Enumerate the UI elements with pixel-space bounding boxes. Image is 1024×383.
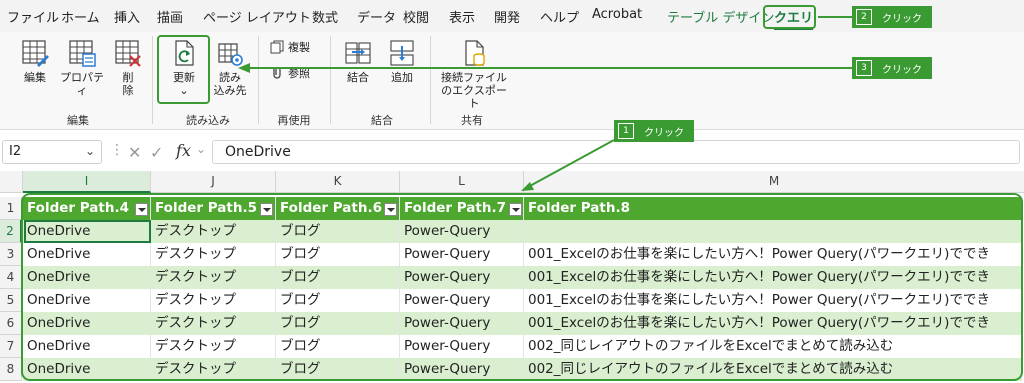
tab-developer[interactable]: 開発 bbox=[494, 7, 520, 26]
column-header-k[interactable]: K bbox=[276, 171, 400, 193]
reference-button[interactable]: 参照 bbox=[270, 65, 310, 81]
row-header-3[interactable]: 3 bbox=[0, 243, 22, 266]
column-header-j[interactable]: J bbox=[151, 171, 276, 193]
formula-input[interactable]: OneDrive bbox=[212, 140, 1020, 164]
tab-acrobat[interactable]: Acrobat bbox=[592, 7, 642, 22]
append-button[interactable]: 追加 bbox=[382, 38, 422, 84]
group-separator bbox=[330, 36, 331, 124]
append-icon bbox=[390, 40, 414, 66]
highlight-refresh-button bbox=[157, 35, 210, 104]
chevron-down-icon[interactable]: ⌄ bbox=[85, 144, 95, 158]
tab-table-design[interactable]: テーブル デザイン bbox=[667, 7, 774, 26]
tab-insert[interactable]: 挿入 bbox=[114, 7, 140, 26]
row-header-4[interactable]: 4 bbox=[0, 266, 22, 289]
reference-icon bbox=[273, 67, 281, 79]
row-header-7[interactable]: 7 bbox=[0, 335, 22, 358]
row-header-8[interactable]: 8 bbox=[0, 358, 22, 381]
column-header-i[interactable]: I bbox=[23, 171, 151, 193]
tab-review[interactable]: 校閲 bbox=[403, 7, 429, 26]
row-header-1[interactable]: 1 bbox=[0, 197, 22, 220]
tab-draw[interactable]: 描画 bbox=[157, 7, 183, 26]
group-separator bbox=[152, 36, 153, 124]
highlight-query-tab bbox=[763, 5, 816, 29]
group-label-share: 共有 bbox=[461, 114, 483, 127]
tab-file[interactable]: ファイル bbox=[7, 7, 59, 26]
properties-icon bbox=[69, 40, 96, 67]
callout-step-1: 1 クリック bbox=[614, 120, 694, 142]
merge-icon bbox=[345, 42, 371, 64]
row-header-2[interactable]: 2 bbox=[0, 220, 22, 243]
group-separator bbox=[258, 36, 259, 124]
properties-button[interactable]: プロパティ bbox=[56, 38, 108, 97]
callout-step-2: 2 クリック bbox=[852, 6, 932, 28]
delete-query-icon bbox=[115, 40, 141, 67]
tab-formulas[interactable]: 数式 bbox=[312, 7, 338, 26]
tab-help[interactable]: ヘルプ bbox=[540, 7, 579, 26]
load-to-icon bbox=[218, 43, 243, 66]
highlight-table bbox=[21, 193, 1023, 381]
select-all-corner[interactable] bbox=[0, 171, 23, 193]
column-header-row: I J K L M bbox=[0, 171, 1024, 193]
group-separator bbox=[430, 36, 431, 124]
tab-data[interactable]: データ bbox=[357, 7, 396, 26]
group-label-combine: 結合 bbox=[371, 114, 393, 127]
chevron-down-icon[interactable]: ⌄ bbox=[196, 142, 206, 156]
more-options-icon[interactable]: ⋮ bbox=[110, 142, 124, 158]
insert-function-icon[interactable]: fx bbox=[176, 141, 191, 160]
row-header-6[interactable]: 6 bbox=[0, 312, 22, 335]
edit-button[interactable]: 編集 bbox=[16, 38, 54, 84]
column-header-l[interactable]: L bbox=[400, 171, 524, 193]
ribbon: 編集 プロパティ 削 除 更新 ⌄ 読み 込み先 複製 参照 結合 追加 接続フ… bbox=[0, 32, 1024, 130]
column-header-m[interactable]: M bbox=[524, 171, 1024, 193]
name-box[interactable]: I2 ⌄ bbox=[2, 140, 102, 164]
merge-button[interactable]: 結合 bbox=[338, 38, 378, 84]
export-connection-file-icon bbox=[465, 40, 485, 66]
group-label-edit: 編集 bbox=[67, 114, 89, 127]
callout-step-3: 3 クリック bbox=[852, 57, 932, 79]
cancel-icon[interactable]: ✕ bbox=[128, 143, 141, 162]
delete-button[interactable]: 削 除 bbox=[110, 38, 146, 97]
row-header-5[interactable]: 5 bbox=[0, 289, 22, 312]
load-to-button[interactable]: 読み 込み先 bbox=[210, 38, 250, 97]
enter-check-icon[interactable]: ✓ bbox=[150, 143, 163, 162]
tab-home[interactable]: ホーム bbox=[61, 7, 100, 26]
group-label-load: 読み込み bbox=[186, 114, 230, 127]
tab-page-layout[interactable]: ページ レイアウト bbox=[203, 7, 311, 26]
duplicate-button[interactable]: 複製 bbox=[270, 39, 310, 55]
group-label-reuse: 再使用 bbox=[277, 114, 311, 127]
export-connection-file-button[interactable]: 接続ファイル のエクスポート bbox=[436, 38, 512, 110]
tab-view[interactable]: 表示 bbox=[449, 7, 475, 26]
edit-query-icon bbox=[22, 40, 49, 67]
duplicate-icon bbox=[270, 40, 284, 54]
formula-bar: I2 ⌄ ⋮ ✕ ✓ fx ⌄ OneDrive bbox=[0, 134, 1024, 170]
